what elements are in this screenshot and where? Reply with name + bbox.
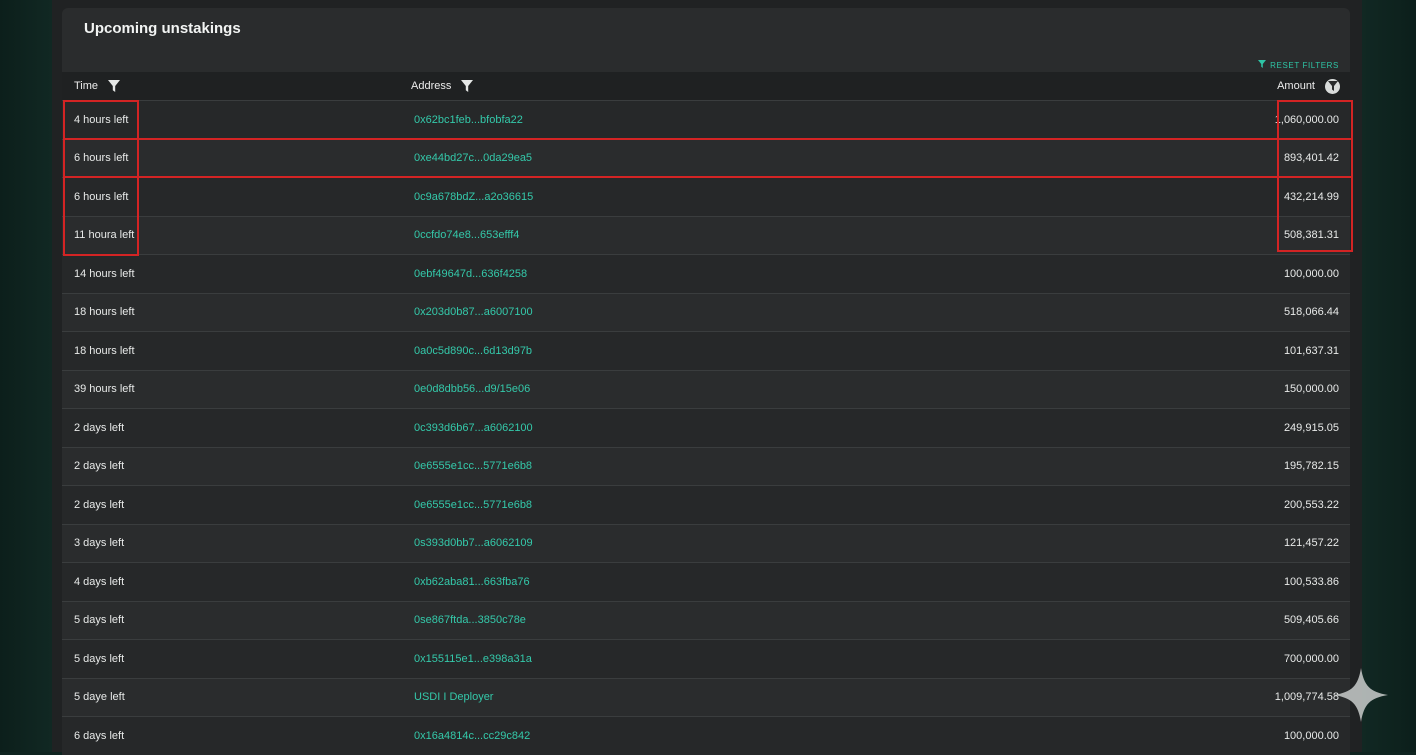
address-link[interactable]: 0se867ftda...3850c78e xyxy=(414,614,526,626)
amount-cell: 100,000.00 xyxy=(1283,267,1339,280)
time-cell: 5 days left xyxy=(74,614,125,627)
table-row: 6 days left 0x16a4814c...cc29c842 100,000.… xyxy=(62,716,1350,755)
column-header-amount: Amount xyxy=(1277,78,1340,94)
address-link[interactable]: 0e6555e1cc...5771e6b8 xyxy=(414,499,532,511)
background-left xyxy=(0,0,52,752)
table-row: 6 hours left 0c9a678bdZ...a2o36615 432,214… xyxy=(62,177,1350,216)
column-amount-label: Amount xyxy=(1277,80,1315,92)
table-row: 2 days left 0c393d6b67...a6062100 249,915.… xyxy=(62,408,1350,447)
address-link[interactable]: 0e0d8dbb56...d9/15e06 xyxy=(414,383,530,395)
amount-cell: 100,533.86 xyxy=(1283,575,1339,588)
amount-cell: 1,060,000.00 xyxy=(1274,113,1339,126)
background-right xyxy=(1362,0,1416,752)
time-cell: 4 hours left xyxy=(74,113,129,126)
table-row: 18 hours left 0x203d0b87...a6007100 518,06… xyxy=(62,292,1350,332)
filter-icon[interactable] xyxy=(461,80,474,92)
table-row: 2 days left 0e6555e1cc...5771e6b8 195,782.… xyxy=(62,446,1350,486)
amount-cell: 100,000.00 xyxy=(1283,729,1339,742)
filter-icon[interactable] xyxy=(108,80,121,92)
reset-filters-button[interactable]: RESET FILTERS xyxy=(1258,60,1339,70)
table-row: 4 days left 0xb62aba81...663fba76 100,533.… xyxy=(62,562,1350,601)
time-cell: 3 days left xyxy=(74,537,125,550)
amount-cell: 432,214.99 xyxy=(1283,190,1339,203)
column-header-address: Address xyxy=(411,80,474,92)
time-cell: 6 hours left xyxy=(74,190,129,203)
reset-filters-label: RESET FILTERS xyxy=(1270,60,1339,70)
table-row: 3 days left 0s393d0bb7...a6062109 121,457.… xyxy=(62,523,1350,563)
amount-cell: 150,000.00 xyxy=(1283,383,1339,396)
amount-cell: 893,401.42 xyxy=(1283,152,1339,165)
unstakings-table: Time Address Amount 4 hours left 0x62bc1f… xyxy=(62,72,1350,755)
time-cell: 5 daye left xyxy=(74,691,125,704)
address-link[interactable]: 0ebf49647d...636f4258 xyxy=(414,268,527,280)
table-row: 6 hours left 0xe44bd27c...0da29ea5 893,401… xyxy=(62,138,1350,178)
amount-cell: 121,457.22 xyxy=(1283,537,1339,550)
table-row: 5 days left 0x155115e1...e398a31a 700,000.… xyxy=(62,639,1350,678)
address-link[interactable]: 0xb62aba81...663fba76 xyxy=(414,576,530,588)
address-link[interactable]: 0x62bc1feb...bfobfa22 xyxy=(414,114,523,126)
time-cell: 2 days left xyxy=(74,460,125,473)
table-row: 2 days left 0e6555e1cc...5771e6b8 200,553.… xyxy=(62,485,1350,524)
time-cell: 6 hours left xyxy=(74,152,129,165)
card-title: Upcoming unstakings xyxy=(84,20,241,37)
column-header-time: Time xyxy=(74,80,121,92)
time-cell: 39 hours left xyxy=(74,383,135,396)
amount-cell: 249,915.05 xyxy=(1283,421,1339,434)
address-link[interactable]: 0x203d0b87...a6007100 xyxy=(414,306,533,318)
amount-cell: 508,381.31 xyxy=(1283,229,1339,242)
table-row: 5 daye left USDI I Deployer 1,009,774.58 xyxy=(62,677,1350,717)
amount-cell: 195,782.15 xyxy=(1283,460,1339,473)
address-link[interactable]: 0c9a678bdZ...a2o36615 xyxy=(414,191,533,203)
column-time-label: Time xyxy=(74,80,99,92)
amount-cell: 200,553.22 xyxy=(1283,498,1339,511)
time-cell: 6 days left xyxy=(74,729,125,742)
filter-icon[interactable] xyxy=(1325,78,1340,94)
time-cell: 5 days left xyxy=(74,652,125,665)
table-row: 18 hours left 0a0c5d890c...6d13d97b 101,63… xyxy=(62,331,1350,370)
amount-cell: 518,066.44 xyxy=(1283,306,1339,319)
table-row: 39 hours left 0e0d8dbb56...d9/15e06 150,00… xyxy=(62,369,1350,409)
time-cell: 2 days left xyxy=(74,421,125,434)
time-cell: 4 days left xyxy=(74,575,125,588)
table-header: Time Address Amount xyxy=(62,72,1350,100)
table-row: 5 days left 0se867ftda...3850c78e 509,405.… xyxy=(62,600,1350,640)
address-link[interactable]: USDI I Deployer xyxy=(414,691,493,703)
amount-cell: 1,009,774.58 xyxy=(1274,691,1339,704)
address-link[interactable]: 0x155115e1...e398a31a xyxy=(414,653,532,665)
sparkle-icon xyxy=(1334,668,1388,722)
table-row: 4 hours left 0x62bc1feb...bfobfa22 1,060,0… xyxy=(62,100,1350,139)
address-link[interactable]: 0e6555e1cc...5771e6b8 xyxy=(414,460,532,472)
table-row: 11 houra left 0ccfdo74e8...653efff4 508,38… xyxy=(62,215,1350,255)
amount-cell: 101,637.31 xyxy=(1283,344,1339,357)
amount-cell: 700,000.00 xyxy=(1283,652,1339,665)
time-cell: 18 hours left xyxy=(74,306,135,319)
time-cell: 11 houra left xyxy=(74,229,135,242)
address-link[interactable]: 0s393d0bb7...a6062109 xyxy=(414,537,533,549)
column-address-label: Address xyxy=(411,80,452,92)
address-link[interactable]: 0a0c5d890c...6d13d97b xyxy=(414,345,532,357)
amount-cell: 509,405.66 xyxy=(1283,614,1339,627)
table-row: 14 hours left 0ebf49647d...636f4258 100,00… xyxy=(62,254,1350,293)
filter-icon xyxy=(1258,60,1267,70)
address-link[interactable]: 0xe44bd27c...0da29ea5 xyxy=(414,152,532,164)
address-link[interactable]: 0ccfdo74e8...653efff4 xyxy=(414,229,519,241)
address-link[interactable]: 0x16a4814c...cc29c842 xyxy=(414,730,530,742)
time-cell: 14 hours left xyxy=(74,267,135,280)
time-cell: 2 days left xyxy=(74,498,125,511)
time-cell: 18 hours left xyxy=(74,344,135,357)
address-link[interactable]: 0c393d6b67...a6062100 xyxy=(414,422,533,434)
table-body: 4 hours left 0x62bc1feb...bfobfa22 1,060,0… xyxy=(62,100,1350,755)
